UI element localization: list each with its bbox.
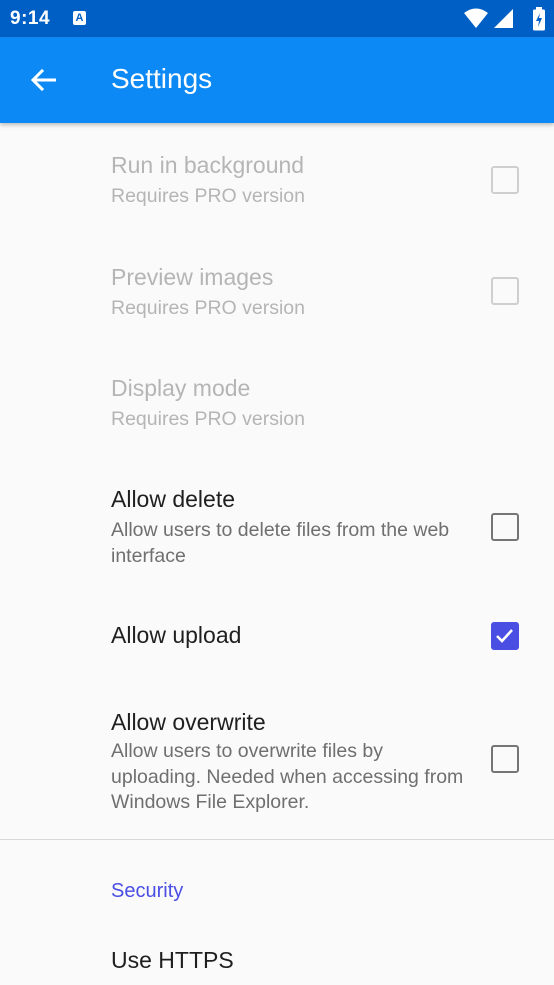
pref-title: Allow overwrite	[111, 709, 266, 735]
pref-summary: Requires PRO version	[111, 185, 305, 207]
settings-list: Run in background Requires PRO version P…	[0, 123, 554, 985]
pref-title: Preview images	[111, 264, 274, 290]
check-icon	[496, 629, 513, 643]
pref-display-mode[interactable]: Display mode Requires PRO version	[0, 345, 554, 456]
a-notification-icon: A	[73, 11, 86, 25]
pref-summary: Requires PRO version	[111, 297, 305, 319]
checkbox[interactable]	[491, 277, 519, 305]
checkbox[interactable]	[491, 166, 519, 194]
status-bar: 9:14 A	[0, 0, 554, 37]
checkbox[interactable]	[491, 513, 519, 541]
pref-allow-delete[interactable]: Allow delete Allow users to delete files…	[0, 456, 554, 588]
section-header-security: Security	[111, 880, 184, 902]
signal-icon	[494, 9, 513, 28]
arrow-back-icon	[30, 68, 56, 92]
divider	[0, 839, 554, 840]
checkbox-checked[interactable]	[491, 622, 519, 650]
status-time: 9:14	[10, 8, 51, 29]
pref-summary: Allow users to overwrite files by upload…	[111, 740, 464, 813]
pref-run-in-background[interactable]: Run in background Requires PRO version	[0, 123, 554, 234]
wifi-icon	[464, 8, 488, 28]
pref-title: Allow upload	[111, 622, 242, 648]
pref-allow-overwrite[interactable]: Allow overwrite Allow users to overwrite…	[0, 680, 554, 839]
checkbox[interactable]	[491, 745, 519, 773]
battery-charging-icon	[533, 7, 545, 31]
pref-preview-images[interactable]: Preview images Requires PRO version	[0, 234, 554, 345]
back-button[interactable]	[22, 59, 64, 101]
pref-summary: Requires PRO version	[111, 408, 305, 430]
pref-summary: Allow users to delete files from the web…	[111, 519, 450, 567]
pref-title: Run in background	[111, 152, 305, 178]
pref-title: Use HTTPS	[111, 947, 234, 973]
app-bar: Settings	[0, 37, 554, 123]
pref-title: Display mode	[111, 375, 251, 401]
pref-title: Allow delete	[111, 486, 236, 512]
page-title: Settings	[111, 63, 213, 94]
pref-use-https[interactable]: Use HTTPS	[0, 928, 554, 985]
pref-allow-upload[interactable]: Allow upload	[0, 588, 554, 680]
